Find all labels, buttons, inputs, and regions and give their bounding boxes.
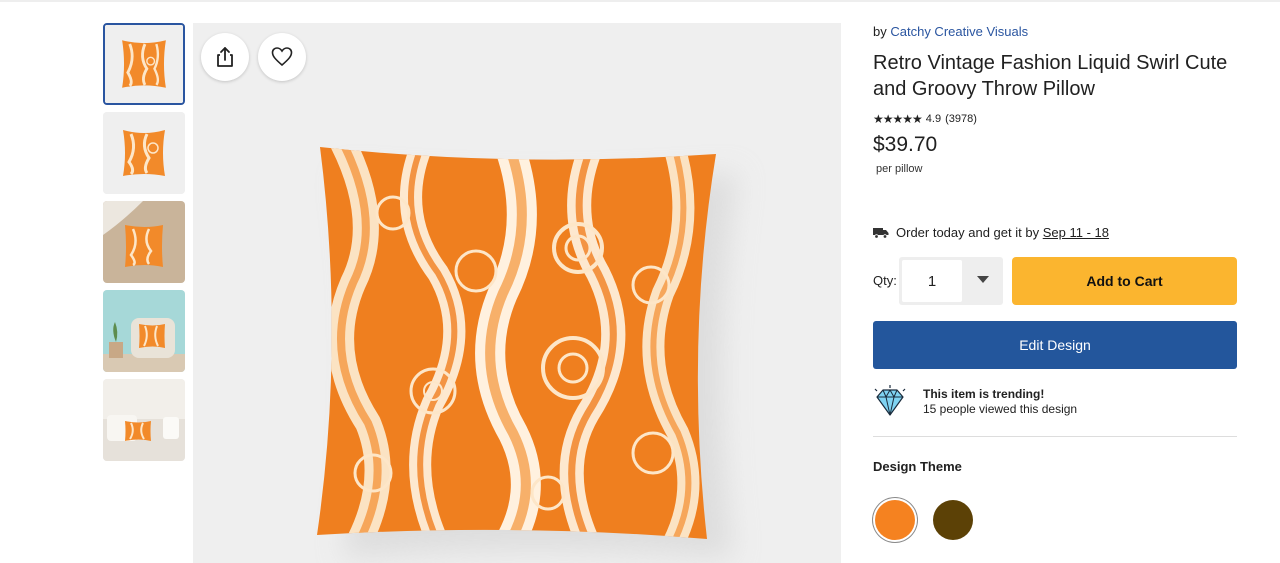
- thumbnail-pillow-sofa[interactable]: [103, 379, 185, 461]
- theme-swatch-brown[interactable]: [933, 500, 973, 540]
- trending-detail: 15 people viewed this design: [923, 402, 1078, 416]
- diamond-icon: [874, 385, 906, 416]
- pillow-image: [317, 147, 738, 558]
- qty-label: Qty:: [873, 273, 897, 288]
- rating-row[interactable]: ★★★★★ 4.9 (3978): [873, 112, 977, 126]
- chevron-down-icon[interactable]: [977, 276, 989, 283]
- price-unit: per pillow: [876, 163, 923, 175]
- seller-byline: by Catchy Creative Visuals: [873, 24, 1028, 39]
- quantity-value[interactable]: 1: [902, 260, 962, 302]
- section-divider: [873, 436, 1237, 437]
- design-theme-heading: Design Theme: [873, 459, 962, 474]
- seller-link[interactable]: Catchy Creative Visuals: [890, 24, 1028, 39]
- pillow-chair-image: [103, 290, 185, 372]
- quantity-select[interactable]: 1: [899, 257, 1003, 305]
- pillow-angle-image: [103, 112, 185, 194]
- edit-design-button[interactable]: Edit Design: [873, 321, 1237, 369]
- thumbnail-pillow-angle[interactable]: [103, 112, 185, 194]
- favorite-button[interactable]: [258, 33, 306, 81]
- main-product-image[interactable]: [193, 23, 841, 563]
- pillow-blanket-image: [103, 201, 185, 283]
- pillow-front-image: [105, 25, 183, 103]
- thumbnail-pillow-chair[interactable]: [103, 290, 185, 372]
- pillow-sofa-image: [103, 379, 185, 461]
- byline-prefix: by: [873, 24, 887, 39]
- thumbnail-pillow-blanket[interactable]: [103, 201, 185, 283]
- review-count: (3978): [945, 113, 977, 125]
- share-icon: [217, 47, 233, 67]
- top-divider: [0, 0, 1280, 2]
- theme-swatch-orange[interactable]: [875, 500, 915, 540]
- share-button[interactable]: [201, 33, 249, 81]
- delivery-dates-link[interactable]: Sep 11 - 18: [1043, 225, 1109, 240]
- truck-icon: [873, 227, 889, 239]
- thumbnail-pillow-front[interactable]: [103, 23, 185, 105]
- delivery-estimate: Order today and get it by Sep 11 - 18: [873, 225, 1109, 240]
- heart-icon: [271, 47, 293, 67]
- add-to-cart-button[interactable]: Add to Cart: [1012, 257, 1237, 305]
- trending-headline: This item is trending!: [923, 387, 1045, 401]
- star-rating-icon: ★★★★★: [873, 112, 923, 126]
- product-title: Retro Vintage Fashion Liquid Swirl Cute …: [873, 52, 1228, 100]
- rating-value: 4.9: [925, 113, 942, 125]
- product-price: $39.70: [873, 133, 938, 156]
- delivery-text: Order today and get it by: [896, 225, 1040, 240]
- trending-notice: This item is trending! 15 people viewed …: [873, 385, 1077, 419]
